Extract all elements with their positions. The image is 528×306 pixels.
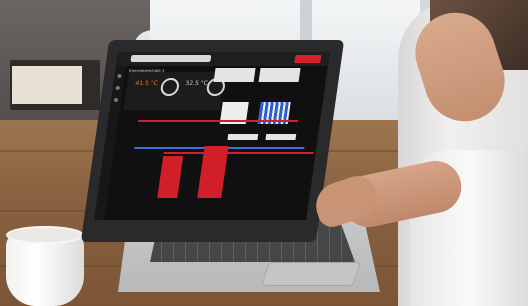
- coffee-cup-rim: [6, 226, 84, 244]
- screen-temp-2: 32.5 °C: [184, 80, 209, 87]
- laptop-screen: Energiezentrale 1 41.5 °C 32.5 °C: [94, 52, 330, 220]
- screen-logo: [294, 55, 322, 63]
- screen-temp-1: 41.5 °C: [134, 80, 159, 87]
- laptop-trackpad: [261, 262, 361, 286]
- screen-info-box: [258, 68, 301, 82]
- shelf-light: [12, 66, 82, 104]
- screen-value-box: [227, 134, 259, 140]
- pipe-red: [137, 120, 299, 122]
- pipe-red: [163, 152, 314, 154]
- heat-unit-1: [157, 156, 184, 198]
- screen-info-box: [213, 68, 256, 82]
- screen-search-field: [130, 55, 212, 62]
- screen-value-box: [265, 134, 297, 140]
